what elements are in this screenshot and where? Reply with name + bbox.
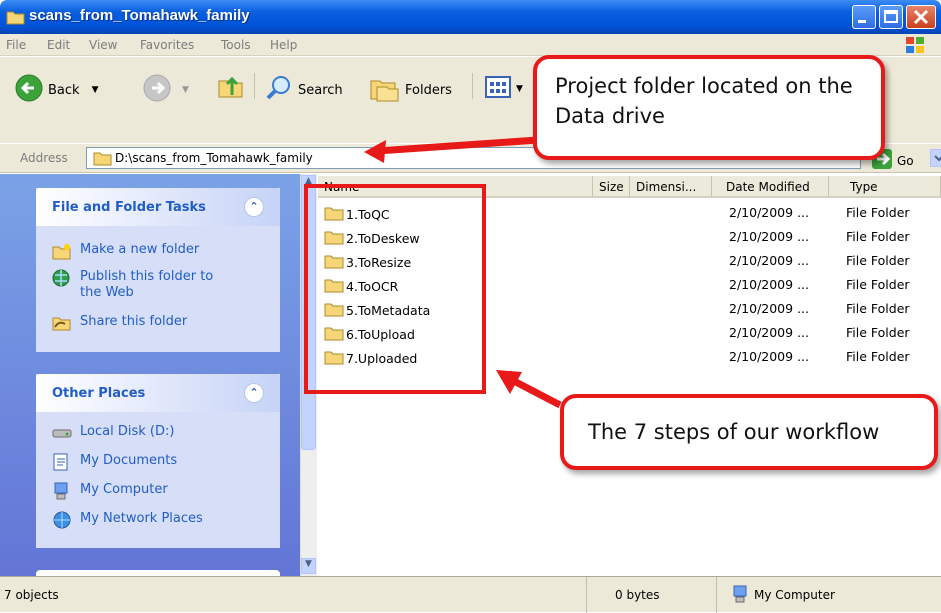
address-dropdown-button[interactable] [930, 149, 941, 167]
share-folder-icon [52, 314, 72, 336]
place-my-network[interactable]: My Network Places [52, 511, 203, 533]
back-arrow-icon [14, 73, 44, 107]
status-location-label: My Computer [754, 588, 835, 602]
go-label: Go [897, 153, 914, 168]
file-type: File Folder [846, 325, 910, 340]
up-folder-button[interactable] [216, 71, 246, 105]
toolbar-separator [472, 73, 473, 99]
menu-view[interactable]: View [89, 38, 117, 52]
file-type: File Folder [846, 229, 910, 244]
workflow-callout: The 7 steps of our workflow [560, 394, 938, 470]
file-date: 2/10/2009 ... [729, 301, 809, 316]
search-button[interactable]: Search [264, 73, 343, 107]
file-folder-tasks-header[interactable]: File and Folder Tasks ⌃ [36, 188, 280, 226]
other-places-header[interactable]: Other Places ⌃ [36, 374, 280, 412]
status-size: 0 bytes [586, 577, 716, 613]
chevron-down-icon[interactable]: ▼ [182, 85, 189, 95]
menu-favorites[interactable]: Favorites [140, 38, 194, 52]
project-folder-callout: Project folder located on the Data drive [533, 55, 885, 160]
search-icon [264, 73, 294, 107]
file-date: 2/10/2009 ... [729, 325, 809, 340]
folders-button[interactable]: Folders [369, 73, 452, 107]
place-my-computer[interactable]: My Computer [52, 482, 168, 504]
file-type: File Folder [846, 349, 910, 364]
task-label: Publish this folder to the Web [80, 269, 214, 300]
back-label: Back [48, 82, 80, 98]
chevron-down-icon[interactable]: ▼ [92, 85, 99, 95]
address-label: Address [20, 151, 68, 165]
file-date: 2/10/2009 ... [729, 349, 809, 364]
new-folder-icon [52, 242, 72, 264]
views-button[interactable]: ▼ [484, 75, 523, 103]
search-label: Search [298, 82, 343, 98]
place-label: My Documents [80, 453, 178, 468]
column-date-modified[interactable]: Date Modified [712, 176, 829, 198]
menu-edit[interactable]: Edit [47, 38, 70, 52]
folder-icon [93, 150, 113, 169]
panel-title: File and Folder Tasks [52, 200, 206, 215]
documents-icon [52, 453, 72, 475]
file-date: 2/10/2009 ... [729, 253, 809, 268]
scroll-down-icon[interactable]: ▼ [301, 558, 316, 574]
workflow-highlight-box [304, 184, 486, 394]
place-my-documents[interactable]: My Documents [52, 453, 177, 475]
place-label: Local Disk (D:) [80, 424, 175, 439]
place-label: My Network Places [80, 511, 203, 526]
file-type: File Folder [846, 253, 910, 268]
file-date: 2/10/2009 ... [729, 229, 809, 244]
menu-help[interactable]: Help [270, 38, 297, 52]
folders-icon [369, 73, 401, 107]
folders-label: Folders [405, 82, 452, 98]
task-label: Share this folder [80, 314, 188, 329]
menu-file[interactable]: File [6, 38, 26, 52]
status-bar: 7 objects 0 bytes My Computer [0, 576, 941, 613]
place-label: My Computer [80, 482, 168, 497]
file-folder-tasks-panel: File and Folder Tasks ⌃ Make a new folde… [36, 188, 280, 352]
other-places-panel: Other Places ⌃ Local Disk (D:) My Docume… [36, 374, 280, 548]
column-type[interactable]: Type [829, 176, 941, 198]
file-type: File Folder [846, 301, 910, 316]
title-bar[interactable]: scans_from_Tomahawk_family [0, 0, 941, 34]
forward-arrow-icon [142, 73, 172, 107]
minimize-button[interactable] [852, 5, 876, 29]
forward-button[interactable]: ▼ [142, 73, 189, 107]
status-location: My Computer [716, 577, 941, 613]
collapse-icon[interactable]: ⌃ [244, 197, 264, 217]
hard-disk-icon [52, 424, 72, 446]
menu-bar: File Edit View Favorites Tools Help [0, 34, 941, 56]
views-grid-icon [484, 75, 512, 103]
task-publish-folder[interactable]: Publish this folder to the Web [52, 269, 232, 301]
panel-title: Other Places [52, 386, 146, 401]
up-folder-icon [216, 71, 246, 105]
file-type: File Folder [846, 205, 910, 220]
task-pane: File and Folder Tasks ⌃ Make a new folde… [0, 174, 300, 576]
file-type: File Folder [846, 277, 910, 292]
back-button[interactable]: Back ▼ [14, 73, 98, 107]
computer-icon [52, 482, 72, 504]
maximize-button[interactable] [879, 5, 903, 29]
menu-tools[interactable]: Tools [221, 38, 251, 52]
globe-icon [52, 269, 72, 301]
folder-icon [6, 9, 26, 28]
file-date: 2/10/2009 ... [729, 205, 809, 220]
toolbar-separator [254, 73, 255, 99]
place-local-disk[interactable]: Local Disk (D:) [52, 424, 174, 446]
windows-logo-icon [904, 35, 926, 58]
address-path: D:\scans_from_Tomahawk_family [115, 151, 313, 165]
column-size[interactable]: Size [593, 176, 630, 198]
task-share-folder[interactable]: Share this folder [52, 314, 187, 336]
column-dimensions[interactable]: Dimensi... [630, 176, 712, 198]
chevron-down-icon[interactable]: ▼ [516, 84, 523, 94]
task-label: Make a new folder [80, 242, 200, 257]
window-title: scans_from_Tomahawk_family [29, 7, 250, 24]
file-date: 2/10/2009 ... [729, 277, 809, 292]
network-icon [52, 511, 72, 533]
close-button[interactable] [906, 5, 936, 29]
status-objects: 7 objects [4, 588, 59, 602]
task-make-new-folder[interactable]: Make a new folder [52, 242, 199, 264]
collapse-icon[interactable]: ⌃ [244, 383, 264, 403]
computer-icon [731, 585, 749, 606]
